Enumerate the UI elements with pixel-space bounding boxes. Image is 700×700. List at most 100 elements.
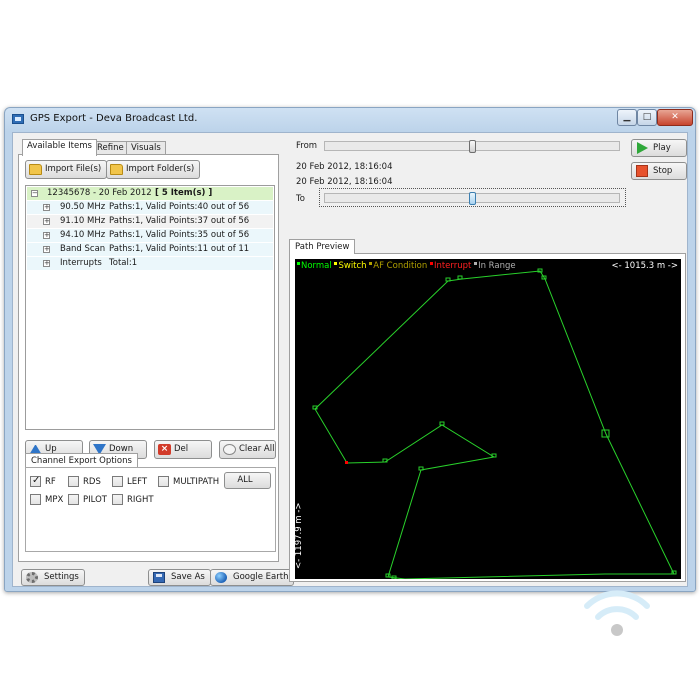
import-files-label: Import File(s) bbox=[45, 164, 102, 174]
title-bar[interactable]: GPS Export - Deva Broadcast Ltd. ▁ □ ✕ bbox=[5, 108, 695, 130]
tree-item-row[interactable]: + Band Scan Paths:1, Valid Points:11 out… bbox=[27, 243, 273, 256]
checkbox-multipath[interactable]: MULTIPATH bbox=[158, 476, 219, 488]
import-folder-button[interactable]: Import Folder(s) bbox=[106, 160, 201, 179]
time-to: 20 Feb 2012, 18:16:04 bbox=[296, 177, 393, 187]
checkbox-label: PILOT bbox=[83, 495, 107, 505]
checkbox-checked-icon bbox=[30, 475, 41, 487]
folder-icon bbox=[29, 164, 42, 175]
settings-label: Settings bbox=[44, 572, 79, 582]
checkbox-rds[interactable]: RDS bbox=[68, 476, 101, 488]
path-preview-canvas[interactable]: Normal Switch AF Condition Interrupt In … bbox=[295, 259, 681, 579]
checkbox-pilot[interactable]: PILOT bbox=[68, 494, 107, 506]
collapse-icon[interactable]: − bbox=[31, 190, 38, 197]
tree-item-row[interactable]: + Interrupts Total:1 bbox=[27, 257, 273, 270]
checkbox-label: MPX bbox=[45, 495, 64, 505]
checkbox-icon bbox=[158, 476, 169, 487]
play-icon bbox=[637, 142, 648, 154]
save-as-button[interactable]: Save As bbox=[148, 569, 211, 586]
expand-icon[interactable]: + bbox=[43, 260, 50, 267]
stop-icon bbox=[636, 165, 648, 177]
tree-root-row[interactable]: − 12345678 - 20 Feb 2012 [ 5 Item(s) ] bbox=[27, 187, 273, 200]
all-button[interactable]: ALL bbox=[224, 472, 271, 489]
window-title: GPS Export - Deva Broadcast Ltd. bbox=[30, 113, 198, 124]
from-slider[interactable] bbox=[324, 140, 620, 153]
stop-button[interactable]: Stop bbox=[631, 162, 687, 180]
to-slider-thumb[interactable] bbox=[469, 192, 476, 205]
root-count: [ 5 Item(s) ] bbox=[155, 188, 213, 198]
checkbox-label: MULTIPATH bbox=[173, 477, 220, 487]
item-freq: Band Scan bbox=[60, 244, 106, 254]
interrupt-point bbox=[345, 461, 348, 464]
tab-available-items[interactable]: Available Items bbox=[22, 139, 97, 156]
checkbox-mpx[interactable]: MPX bbox=[30, 494, 63, 506]
from-label: From bbox=[296, 141, 318, 151]
import-files-button[interactable]: Import File(s) bbox=[25, 160, 108, 179]
gps-point bbox=[445, 277, 451, 282]
item-info: Paths:1, Valid Points:37 out of 56 bbox=[109, 216, 250, 226]
tree-item-row[interactable]: + 94.10 MHz Paths:1, Valid Points:35 out… bbox=[27, 229, 273, 242]
app-window: GPS Export - Deva Broadcast Ltd. ▁ □ ✕ A… bbox=[4, 107, 696, 592]
root-id: 12345678 - 20 Feb 2012 bbox=[47, 188, 152, 198]
checkbox-right[interactable]: RIGHT bbox=[112, 494, 154, 506]
expand-icon[interactable]: + bbox=[43, 232, 50, 239]
tab-refine[interactable]: Refine bbox=[92, 141, 129, 155]
globe-icon bbox=[215, 572, 227, 583]
play-button[interactable]: Play bbox=[631, 139, 687, 157]
minimize-button[interactable]: ▁ bbox=[617, 109, 637, 126]
item-info: Total:1 bbox=[109, 258, 138, 268]
save-icon bbox=[153, 572, 165, 583]
close-icon: ✕ bbox=[671, 112, 679, 122]
items-tree[interactable]: − 12345678 - 20 Feb 2012 [ 5 Item(s) ] +… bbox=[25, 185, 275, 430]
tab-path-preview[interactable]: Path Preview bbox=[289, 239, 356, 254]
tab-channel-export-options[interactable]: Channel Export Options bbox=[25, 453, 138, 468]
expand-icon[interactable]: + bbox=[43, 218, 50, 225]
checkbox-label: LEFT bbox=[127, 477, 148, 487]
expand-icon[interactable]: + bbox=[43, 246, 50, 253]
to-slider[interactable] bbox=[324, 192, 620, 205]
checkbox-icon bbox=[68, 494, 79, 505]
settings-button[interactable]: Settings bbox=[21, 569, 85, 586]
folder-icon bbox=[110, 164, 123, 175]
gps-point bbox=[457, 275, 463, 280]
window-client: Available Items Refine Visuals Import Fi… bbox=[12, 132, 688, 587]
tab-visuals[interactable]: Visuals bbox=[126, 141, 166, 155]
close-button[interactable]: ✕ bbox=[657, 109, 693, 126]
clear-all-button[interactable]: Clear All bbox=[219, 440, 276, 459]
item-freq: 90.50 MHz bbox=[60, 202, 106, 212]
tree-item-row[interactable]: + 90.50 MHz Paths:1, Valid Points:40 out… bbox=[27, 201, 273, 214]
delete-icon: × bbox=[158, 444, 171, 455]
checkbox-label: RF bbox=[45, 477, 56, 487]
del-label: Del bbox=[174, 444, 189, 454]
from-slider-thumb[interactable] bbox=[469, 140, 476, 153]
clear-icon bbox=[223, 444, 236, 455]
minimize-icon: ▁ bbox=[623, 112, 631, 122]
checkbox-icon bbox=[112, 476, 123, 487]
gps-point bbox=[671, 570, 677, 575]
google-earth-label: Google Earth bbox=[233, 572, 289, 582]
item-freq: 91.10 MHz bbox=[60, 216, 106, 226]
item-info: Paths:1, Valid Points:40 out of 56 bbox=[109, 202, 250, 212]
gps-points bbox=[312, 268, 677, 579]
delete-button[interactable]: × Del bbox=[154, 440, 212, 459]
google-earth-button[interactable]: Google Earth bbox=[210, 569, 295, 586]
wifi-watermark-icon bbox=[584, 590, 650, 636]
app-icon bbox=[12, 114, 24, 124]
path-plot bbox=[312, 268, 677, 579]
item-freq: Interrupts bbox=[60, 258, 102, 268]
path-preview-panel: Normal Switch AF Condition Interrupt In … bbox=[289, 253, 686, 582]
checkbox-rf[interactable]: RF bbox=[30, 475, 56, 488]
to-label: To bbox=[296, 194, 305, 204]
import-folder-label: Import Folder(s) bbox=[126, 164, 195, 174]
tree-item-row[interactable]: + 91.10 MHz Paths:1, Valid Points:37 out… bbox=[27, 215, 273, 228]
expand-icon[interactable]: + bbox=[43, 204, 50, 211]
checkbox-left[interactable]: LEFT bbox=[112, 476, 147, 488]
maximize-icon: □ bbox=[642, 112, 652, 122]
item-info: Paths:1, Valid Points:35 out of 56 bbox=[109, 230, 250, 240]
checkbox-label: RDS bbox=[83, 477, 101, 487]
gps-point bbox=[491, 453, 497, 458]
item-freq: 94.10 MHz bbox=[60, 230, 106, 240]
maximize-button[interactable]: □ bbox=[637, 109, 657, 126]
item-info: Paths:1, Valid Points:11 out of 11 bbox=[109, 244, 250, 254]
available-items-panel: Import File(s) Import Folder(s) − 123456… bbox=[18, 154, 279, 562]
checkbox-icon bbox=[68, 476, 79, 487]
